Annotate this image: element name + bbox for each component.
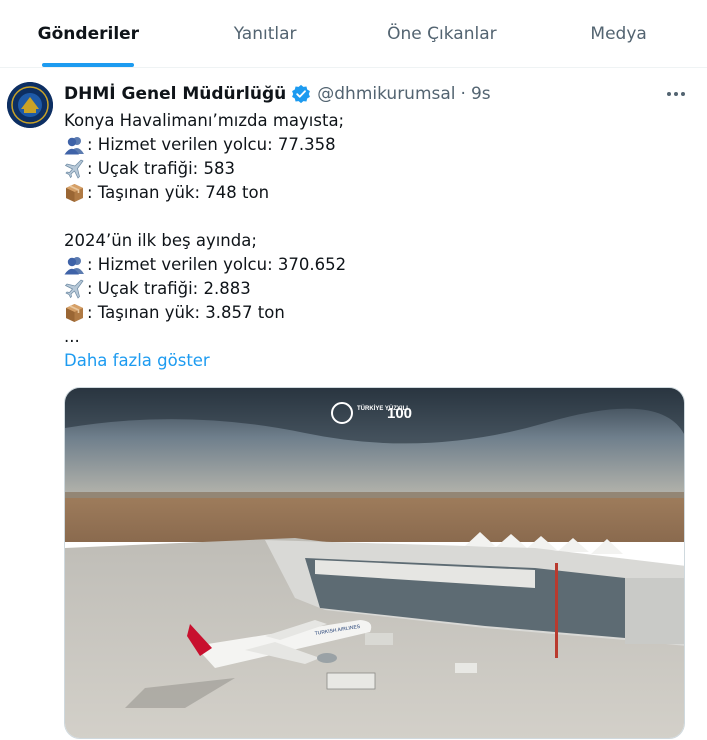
author-handle[interactable]: @dhmikurumsal xyxy=(317,84,455,104)
post-image[interactable]: TÜRKİYE YÜZYILI 100 TURKISH AIRLINES xyxy=(64,387,685,739)
text-line: ... xyxy=(64,327,80,346)
tab-label: Öne Çıkanlar xyxy=(387,23,497,44)
post[interactable]: DHMİ Genel Müdürlüğü @dhmikurumsal · 9s … xyxy=(0,68,707,740)
tab-replies[interactable]: Yanıtlar xyxy=(177,0,354,67)
airplane-icon xyxy=(64,159,85,179)
profile-tabs: Gönderiler Yanıtlar Öne Çıkanlar Medya xyxy=(0,0,707,68)
post-header: DHMİ Genel Müdürlüğü @dhmikurumsal · 9s xyxy=(64,82,491,106)
more-options-button[interactable] xyxy=(662,80,690,108)
tab-posts[interactable]: Gönderiler xyxy=(0,0,177,67)
people-icon xyxy=(64,135,85,155)
verified-badge-icon[interactable] xyxy=(291,84,311,104)
tab-media[interactable]: Medya xyxy=(530,0,707,67)
tab-label: Yanıtlar xyxy=(233,23,297,44)
post-text: Konya Havalimanı’mızda mayısta; : Hizmet… xyxy=(64,109,684,373)
text-line: Konya Havalimanı’mızda mayısta; xyxy=(64,111,345,130)
text-line: : Hizmet verilen yolcu: 370.652 xyxy=(87,255,347,274)
tab-label: Medya xyxy=(590,23,647,44)
people-icon xyxy=(64,255,85,275)
airplane-icon xyxy=(64,279,85,299)
more-horizontal-icon xyxy=(667,92,685,96)
avatar[interactable] xyxy=(7,82,53,128)
text-line: : Taşınan yük: 3.857 ton xyxy=(87,303,285,322)
package-icon xyxy=(64,303,85,323)
author-name[interactable]: DHMİ Genel Müdürlüğü xyxy=(64,84,286,104)
text-line: : Uçak trafiği: 2.883 xyxy=(87,279,251,298)
text-line: : Uçak trafiği: 583 xyxy=(87,159,235,178)
meta-separator: · xyxy=(460,84,466,104)
text-line: : Taşınan yük: 748 ton xyxy=(87,183,270,202)
post-time[interactable]: 9s xyxy=(471,84,491,104)
tab-label: Gönderiler xyxy=(37,23,140,44)
tab-highlights[interactable]: Öne Çıkanlar xyxy=(354,0,531,67)
package-icon xyxy=(64,183,85,203)
text-line: : Hizmet verilen yolcu: 77.358 xyxy=(87,135,336,154)
text-line: 2024’ün ilk beş ayında; xyxy=(64,231,257,250)
media-badge-right: 100 xyxy=(387,405,412,422)
show-more-link[interactable]: Daha fazla göster xyxy=(64,349,210,373)
active-tab-indicator xyxy=(42,63,135,67)
